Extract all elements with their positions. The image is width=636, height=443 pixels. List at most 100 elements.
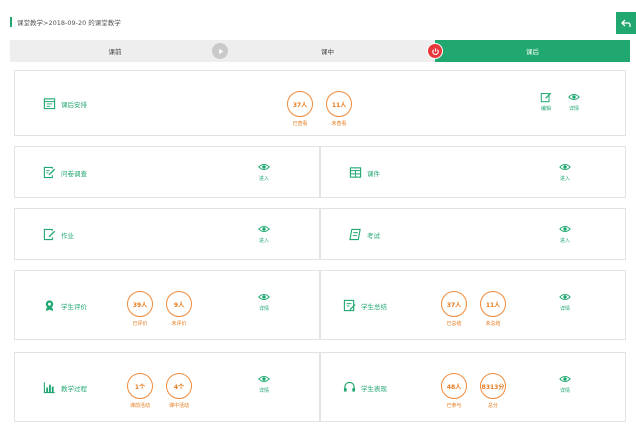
- courseware-enter-button[interactable]: 进入: [555, 161, 575, 182]
- student-performance-title: 学生表现: [343, 381, 387, 394]
- student-eval-done-value: 39人: [127, 291, 153, 317]
- assignment-icon: [43, 228, 56, 241]
- homework-plan-label: 课后安排: [61, 100, 87, 109]
- eye-icon: [258, 225, 270, 233]
- homework-viewed-caption: 已查看: [292, 121, 308, 127]
- tab-after-class-label: 课后: [526, 48, 539, 56]
- bar-chart-icon: [43, 382, 55, 394]
- student-eval-done-caption: 已评价: [132, 321, 148, 327]
- homework-unviewed-value: 11人: [326, 91, 352, 117]
- exam-enter-button[interactable]: 进入: [555, 223, 575, 244]
- assignment-enter-button[interactable]: 进入: [254, 223, 274, 244]
- student-eval-pending-value: 9人: [166, 291, 192, 317]
- play-icon: [212, 43, 228, 59]
- homework-detail-label: 详情: [568, 106, 579, 112]
- exam-icon: [349, 228, 361, 241]
- student-eval-pending-stat: 9人 未评价: [166, 291, 192, 327]
- exam-card: 考试 进入: [320, 208, 626, 260]
- assignment-enter-label: 进入: [258, 238, 269, 244]
- breadcrumb-marker: [10, 17, 12, 27]
- student-summary-title: 学生总结: [343, 299, 387, 312]
- homework-plan-title: 课后安排: [43, 97, 87, 110]
- calendar-icon: [43, 98, 56, 110]
- courseware-enter-label: 进入: [559, 176, 570, 182]
- student-summary-done-value: 37人: [441, 291, 467, 317]
- teaching-process-detail-button[interactable]: 详情: [254, 373, 274, 394]
- teaching-process-title: 教学过程: [43, 381, 87, 394]
- homework-edit-button[interactable]: 编辑: [536, 91, 556, 112]
- pre-class-activity-value: 1个: [127, 373, 153, 399]
- student-summary-card: 学生总结 37人 已总结 11人 未总结 详情: [320, 270, 626, 340]
- courseware-icon: [349, 167, 362, 178]
- edit-icon: [540, 92, 552, 103]
- student-performance-detail-button[interactable]: 详情: [555, 373, 575, 394]
- total-score-caption: 总分: [487, 403, 498, 409]
- in-class-activity-value: 4个: [166, 373, 192, 399]
- student-eval-detail-label: 详情: [258, 306, 269, 312]
- medal-icon: [45, 300, 54, 312]
- tab-in-class-label: 课中: [321, 48, 334, 56]
- power-icon: [427, 43, 443, 59]
- in-class-activity-stat: 4个 课中活动: [166, 373, 192, 409]
- exam-enter-label: 进入: [559, 238, 570, 244]
- tab-after-class[interactable]: 课后: [435, 40, 630, 62]
- participants-value: 48人: [441, 373, 467, 399]
- participants-stat: 48人 已参与: [441, 373, 467, 409]
- phase-tabs: 课前 课中 课后: [10, 40, 630, 62]
- student-eval-label: 学生评价: [61, 302, 87, 311]
- courseware-title: 课件: [349, 166, 380, 179]
- homework-viewed-value: 37人: [287, 91, 313, 117]
- student-summary-done-stat: 37人 已总结: [441, 291, 467, 327]
- eye-icon: [258, 375, 270, 383]
- student-summary-detail-button[interactable]: 详情: [555, 291, 575, 312]
- survey-label: 问卷调查: [61, 169, 87, 178]
- summary-icon: [343, 299, 356, 312]
- tab-in-class[interactable]: 课中: [220, 40, 443, 62]
- tab-before-class[interactable]: 课前: [10, 40, 228, 62]
- pre-class-activity-stat: 1个 课前活动: [127, 373, 153, 409]
- courseware-card: 课件 进入: [320, 146, 626, 198]
- homework-unviewed-stat: 11人 未查看: [326, 91, 352, 127]
- participants-caption: 已参与: [446, 403, 462, 409]
- pre-class-activity-caption: 课前活动: [129, 403, 150, 409]
- assignment-card: 作业 进入: [14, 208, 320, 260]
- eye-icon: [559, 225, 571, 233]
- tab-before-class-label: 课前: [108, 48, 122, 56]
- total-score-value: 8313分: [480, 373, 506, 399]
- student-performance-card: 学生表现 48人 已参与 8313分 总分 详情: [320, 352, 626, 422]
- teaching-process-detail-label: 详情: [258, 388, 269, 394]
- survey-title: 问卷调查: [43, 166, 87, 179]
- courseware-label: 课件: [367, 169, 380, 178]
- homework-unviewed-caption: 未查看: [331, 121, 347, 127]
- homework-plan-card: 课后安排 37人 已查看 11人 未查看 编辑 详情: [14, 70, 626, 136]
- survey-card: 问卷调查 进入: [14, 146, 320, 198]
- exam-label: 考试: [367, 231, 380, 240]
- student-summary-label: 学生总结: [361, 302, 387, 311]
- student-eval-title: 学生评价: [43, 299, 87, 312]
- student-summary-pending-value: 11人: [480, 291, 506, 317]
- eye-icon: [258, 163, 270, 171]
- page-title: 课堂教学>2018-09-20 的课堂教学: [17, 19, 121, 27]
- teaching-process-label: 教学过程: [61, 384, 87, 393]
- back-button[interactable]: [616, 12, 636, 34]
- headset-icon: [343, 381, 356, 392]
- survey-enter-label: 进入: [258, 176, 269, 182]
- assignment-label: 作业: [61, 231, 74, 240]
- student-eval-done-stat: 39人 已评价: [127, 291, 153, 327]
- eye-icon: [258, 293, 270, 301]
- eye-icon: [568, 93, 580, 101]
- in-class-activity-caption: 课中活动: [168, 403, 189, 409]
- eye-icon: [559, 293, 571, 301]
- survey-enter-button[interactable]: 进入: [254, 161, 274, 182]
- homework-edit-label: 编辑: [540, 106, 551, 112]
- student-summary-done-caption: 已总结: [446, 321, 462, 327]
- student-eval-detail-button[interactable]: 详情: [254, 291, 274, 312]
- eye-icon: [559, 375, 571, 383]
- student-summary-detail-label: 详情: [559, 306, 570, 312]
- student-performance-detail-label: 详情: [559, 388, 570, 394]
- total-score-stat: 8313分 总分: [480, 373, 506, 409]
- exam-title: 考试: [349, 228, 380, 241]
- assignment-title: 作业: [43, 228, 74, 241]
- homework-detail-button[interactable]: 详情: [564, 91, 584, 112]
- breadcrumb: 课堂教学>2018-09-20 的课堂教学: [10, 14, 610, 30]
